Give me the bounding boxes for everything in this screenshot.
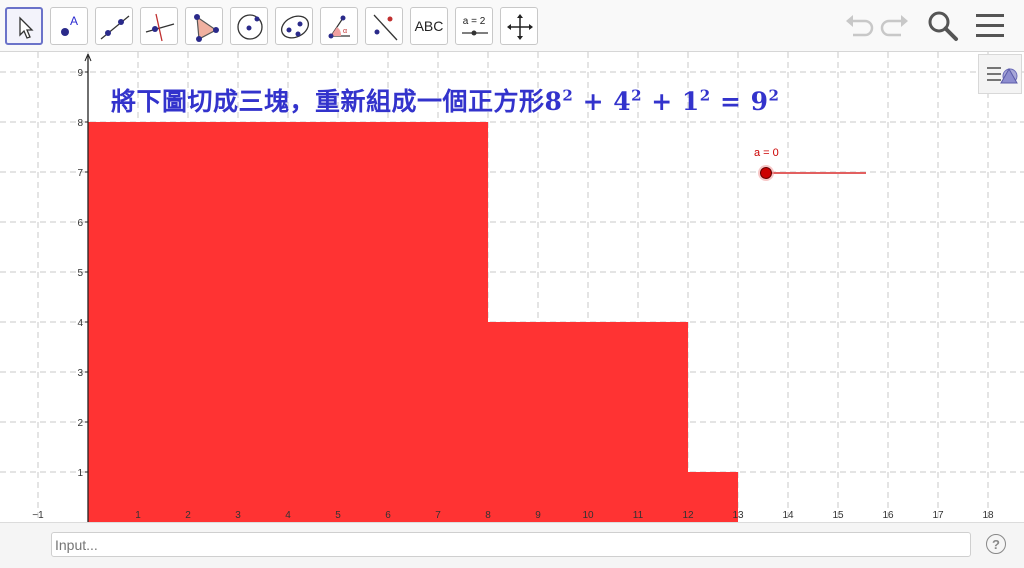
y-tick-label: 8	[77, 118, 83, 129]
text-tool-label: ABC	[414, 18, 444, 34]
move-graphics-tool-button[interactable]	[500, 7, 538, 45]
move-arrows-icon	[507, 14, 533, 40]
input-field[interactable]	[51, 532, 971, 557]
text-tool-button[interactable]: ABC	[410, 7, 448, 45]
undo-icon[interactable]	[843, 9, 875, 41]
svg-text:α: α	[343, 28, 347, 35]
slider-tool-button[interactable]: a = 2	[455, 7, 493, 45]
slider-a	[758, 165, 866, 181]
y-tick-label: 5	[77, 268, 83, 279]
line-through-points-icon	[100, 15, 130, 40]
x-tick-label: 5	[335, 510, 341, 521]
x-tick-label: −1	[32, 510, 44, 521]
help-button[interactable]: ?	[986, 534, 1006, 554]
move-tool-button[interactable]	[5, 7, 43, 45]
x-tick-label: 17	[932, 510, 944, 521]
y-tick-label: 3	[77, 368, 83, 379]
x-tick-label: 6	[385, 510, 391, 521]
red-staircase-polygon[interactable]	[88, 122, 738, 522]
x-tick-label: 7	[435, 510, 441, 521]
circle-center-point-icon	[237, 14, 263, 40]
x-tick-label: 4	[285, 510, 291, 521]
y-tick-label: 2	[77, 418, 83, 429]
reflect-tool-button[interactable]	[365, 7, 403, 45]
x-tick-label: 10	[582, 510, 594, 521]
y-tick-label: 6	[77, 218, 83, 229]
style-bar-toggle-button[interactable]	[978, 54, 1022, 94]
angle-tool-button[interactable]: α	[320, 7, 358, 45]
x-tick-label: 13	[732, 510, 744, 521]
ellipse-tool-button[interactable]	[275, 7, 313, 45]
slider-icon	[462, 30, 488, 36]
x-tick-label: 14	[782, 510, 794, 521]
slider-label: a = 0	[754, 147, 779, 159]
x-tick-label: 2	[185, 510, 191, 521]
toolbar: A α ABC a = 2	[0, 0, 1024, 52]
cursor-arrow-icon	[19, 16, 34, 39]
redo-icon[interactable]	[879, 9, 911, 41]
y-tick-label: 1	[77, 468, 83, 479]
angle-icon: α	[328, 15, 350, 39]
x-tick-label: 3	[235, 510, 241, 521]
search-icon[interactable]	[926, 9, 960, 43]
circle-tool-button[interactable]	[230, 7, 268, 45]
reflect-about-line-icon	[373, 14, 398, 41]
x-tick-label: 8	[485, 510, 491, 521]
y-tick-label: 4	[77, 318, 83, 329]
menu-icon[interactable]	[974, 9, 1006, 41]
graphics-view[interactable]: −1 1 2 3 4 5 6 7 8 9 10 11 12 13 14 15 16 17 18 1 2 3 4 5 6 7 8 9	[0, 52, 1024, 522]
line-tool-button[interactable]	[95, 7, 133, 45]
polygon-icon	[194, 14, 219, 42]
x-tick-label: 16	[882, 510, 894, 521]
title-formula: 82 + 42 + 12 = 92	[544, 86, 780, 116]
svg-text:A: A	[70, 14, 78, 28]
point-a-icon: A	[61, 14, 78, 36]
x-tick-label: 12	[682, 510, 694, 521]
x-tick-label: 15	[832, 510, 844, 521]
page-title: 將下圖切成三塊，重新組成一個正方形82 + 42 + 12 = 92	[111, 82, 779, 118]
x-tick-label: 18	[982, 510, 994, 521]
perpendicular-tool-button[interactable]	[140, 7, 178, 45]
ellipse-icon	[280, 15, 310, 39]
input-bar: ?	[0, 522, 1024, 568]
polygon-tool-button[interactable]	[185, 7, 223, 45]
perpendicular-line-icon	[145, 13, 175, 42]
slider-handle[interactable]	[760, 167, 772, 179]
style-bar-icon	[987, 67, 1018, 84]
point-tool-button[interactable]: A	[50, 7, 88, 45]
y-tick-label: 7	[77, 168, 83, 179]
title-text: 將下圖切成三塊，重新組成一個正方形	[111, 87, 545, 116]
coordinate-plane: −1 1 2 3 4 5 6 7 8 9 10 11 12 13 14 15 16 17 18123456789	[0, 52, 1024, 522]
x-tick-label: 1	[135, 510, 141, 521]
x-tick-label: 9	[535, 510, 541, 521]
y-tick-label: 9	[77, 68, 83, 79]
x-tick-label: 11	[633, 510, 644, 521]
